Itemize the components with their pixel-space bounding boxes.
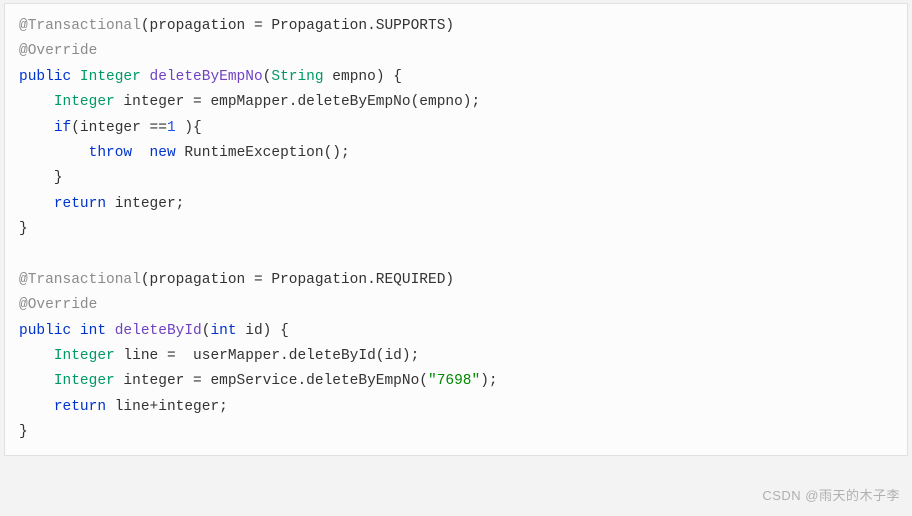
code-line-2: @Override: [19, 43, 97, 59]
code-line-4: Integer integer = empMapper.deleteByEmpN…: [19, 94, 480, 110]
watermark-text: CSDN @雨天的木子李: [762, 485, 900, 508]
code-line-5: if(integer ==1 ){: [19, 120, 202, 136]
code-block: @Transactional(propagation = Propagation…: [4, 3, 908, 456]
code-line-12: public int deleteById(int id) {: [19, 323, 289, 339]
annotation: @Transactional: [19, 272, 141, 288]
code-line-13: Integer line = userMapper.deleteById(id)…: [19, 348, 419, 364]
code-line-1: @Transactional(propagation = Propagation…: [19, 18, 454, 34]
code-line-14: Integer integer = empService.deleteByEmp…: [19, 373, 498, 389]
code-line-16: }: [19, 424, 28, 440]
code-line-9: }: [19, 221, 28, 237]
annotation: @Transactional: [19, 18, 141, 34]
code-line-7: }: [19, 170, 63, 186]
code-line-15: return line+integer;: [19, 399, 228, 415]
code-line-6: throw new RuntimeException();: [19, 145, 350, 161]
method-name: deleteByEmpNo: [150, 69, 263, 85]
annotation: @Override: [19, 43, 97, 59]
method-name: deleteById: [115, 323, 202, 339]
code-line-10: @Transactional(propagation = Propagation…: [19, 272, 454, 288]
code-line-3: public Integer deleteByEmpNo(String empn…: [19, 69, 402, 85]
annotation: @Override: [19, 297, 97, 313]
code-line-8: return integer;: [19, 196, 184, 212]
code-line-11: @Override: [19, 297, 97, 313]
